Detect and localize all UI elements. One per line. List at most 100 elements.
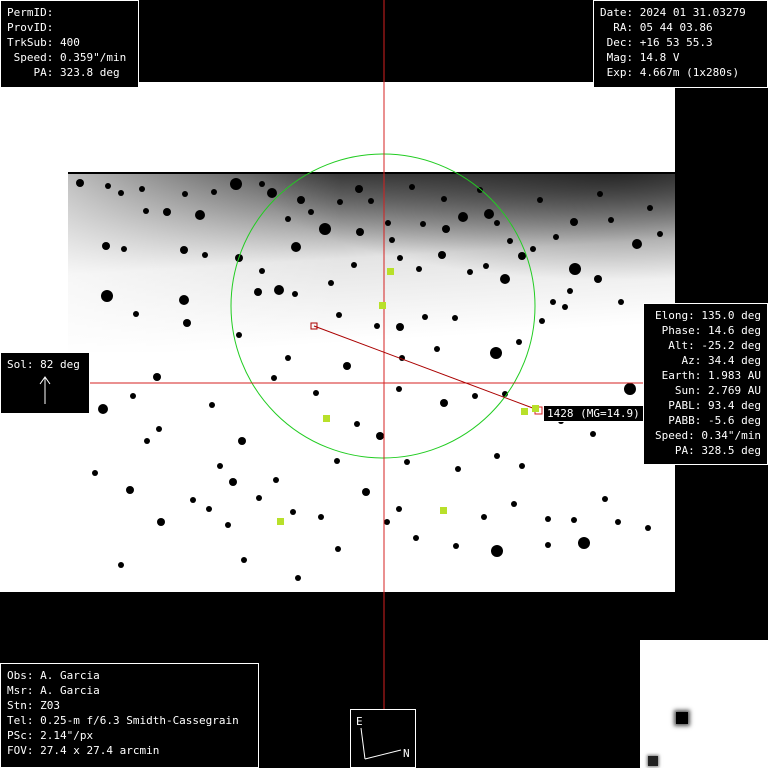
star (519, 463, 525, 469)
pabb-row: PABB: -5.6 deg (668, 414, 761, 427)
star (274, 285, 284, 295)
star (308, 209, 314, 215)
star (259, 268, 265, 274)
star (156, 426, 162, 432)
star (335, 546, 341, 552)
star (126, 486, 134, 494)
star (571, 517, 577, 523)
reference-star-marker[interactable] (440, 507, 447, 514)
star (157, 518, 165, 526)
star (376, 432, 384, 440)
rate-row: Speed: 0.34"/min (655, 429, 761, 442)
star (105, 183, 111, 189)
star (550, 299, 556, 305)
thumbnail-star-blob (648, 756, 658, 766)
star (618, 299, 624, 305)
star (472, 393, 478, 399)
star (229, 478, 237, 486)
star (144, 438, 150, 444)
target-thumbnail[interactable] (640, 640, 768, 768)
star (396, 386, 402, 392)
star (494, 220, 500, 226)
pa-row: PA: 323.8 deg (7, 66, 120, 79)
star (602, 496, 608, 502)
star (578, 537, 590, 549)
star (590, 431, 596, 437)
star (273, 477, 279, 483)
alt-row: Alt: -25.2 deg (668, 339, 761, 352)
star (440, 399, 448, 407)
star (98, 404, 108, 414)
star (530, 246, 536, 252)
star (567, 288, 573, 294)
elong-row: Elong: 135.0 deg (655, 309, 761, 322)
star (236, 332, 242, 338)
star (494, 453, 500, 459)
observation-info-panel: Date: 2024 01 31.03279 RA: 05 44 03.86 D… (593, 0, 768, 88)
star (121, 246, 127, 252)
star (455, 466, 461, 472)
star (484, 209, 494, 219)
star (500, 274, 510, 284)
reference-star-marker[interactable] (277, 518, 284, 525)
reference-star-marker[interactable] (521, 408, 528, 415)
pixel-scale-row: PSc: 2.14"/px (7, 729, 94, 742)
reference-star-marker[interactable] (379, 302, 386, 309)
star (267, 188, 277, 198)
star (420, 221, 426, 227)
geometry-info-panel: Elong: 135.0 deg Phase: 14.6 deg Alt: -2… (643, 303, 768, 465)
star (130, 393, 136, 399)
star (334, 458, 340, 464)
star (657, 231, 663, 237)
star (442, 225, 450, 233)
star (337, 199, 343, 205)
star (434, 346, 440, 352)
star (271, 375, 277, 381)
star (452, 315, 458, 321)
date-row: Date: 2024 01 31.03279 (600, 6, 746, 19)
star (118, 562, 124, 568)
star (483, 263, 489, 269)
sun-dist-row: Sun: 2.769 AU (674, 384, 761, 397)
star (438, 251, 446, 259)
position-angle-row: PA: 328.5 deg (674, 444, 761, 457)
reference-star-marker[interactable] (387, 268, 394, 275)
star (163, 208, 171, 216)
observer-row: Obs: A. Garcia (7, 669, 100, 682)
reference-star-marker[interactable] (323, 415, 330, 422)
star (230, 178, 242, 190)
star (615, 519, 621, 525)
star (209, 402, 215, 408)
star (384, 519, 390, 525)
star (458, 212, 468, 222)
star (647, 205, 653, 211)
compass-east-label: E (356, 715, 363, 728)
star (143, 208, 149, 214)
star (202, 252, 208, 258)
star (285, 355, 291, 361)
sol-angle-label: Sol: 82 deg (7, 358, 80, 371)
star (238, 437, 246, 445)
star (254, 288, 262, 296)
pabl-row: PABL: 93.4 deg (668, 399, 761, 412)
star (102, 242, 110, 250)
field-of-view-row: FOV: 27.4 x 27.4 arcmin (7, 744, 160, 757)
star (404, 459, 410, 465)
phase-row: Phase: 14.6 deg (661, 324, 761, 337)
thumbnail-target-blob (676, 712, 688, 724)
star (490, 347, 502, 359)
star (409, 184, 415, 190)
star (355, 185, 363, 193)
trksub-row: TrkSub: 400 (7, 36, 80, 49)
observer-info-panel: Obs: A. Garcia Msr: A. Garcia Stn: Z03 T… (0, 663, 259, 768)
star (351, 262, 357, 268)
mag-row: Mag: 14.8 V (600, 51, 680, 64)
star (632, 239, 642, 249)
star (319, 223, 331, 235)
star (179, 295, 189, 305)
reference-star-marker[interactable] (532, 405, 539, 412)
star (441, 196, 447, 202)
star (422, 314, 428, 320)
telescope-row: Tel: 0.25-m f/6.3 Smidth-Cassegrain (7, 714, 239, 727)
star (318, 514, 324, 520)
